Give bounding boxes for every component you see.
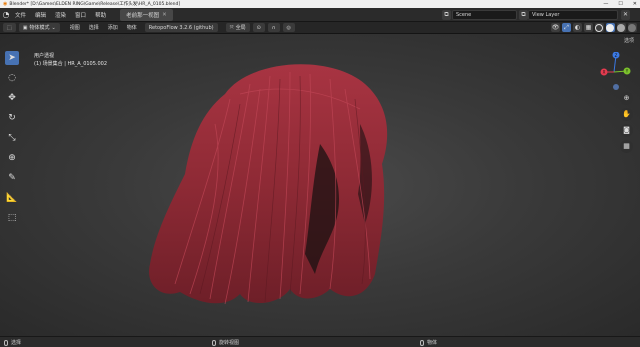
- retopoflow-button[interactable]: RetopoFlow 3.2.6 (github): [144, 23, 218, 32]
- orientation-icon: ⤧: [229, 24, 234, 31]
- z-axis-label: Z: [615, 53, 618, 58]
- status-middle-label: 旋转视图: [219, 340, 240, 346]
- rendered-shading-icon[interactable]: [628, 23, 637, 32]
- status-bar: 选择 旋转视图 物体: [0, 336, 640, 347]
- view-layer-selector[interactable]: View Layer: [528, 10, 618, 20]
- object-mode-icon: ▣: [22, 24, 28, 31]
- mode-selector[interactable]: ▣ 物体模式 ⌄: [18, 23, 60, 32]
- status-middle: 旋转视图: [212, 339, 239, 346]
- solid-shading-icon[interactable]: [606, 23, 615, 32]
- top-bar: ◔ 文件 编辑 渲染 窗口 帮助 老前那一视图 ✕ ⧉ Scene ⧉ View…: [0, 8, 640, 22]
- hair-model[interactable]: [130, 54, 420, 324]
- select-box-icon[interactable]: ➤: [5, 51, 19, 65]
- cube-icon: ⬚: [7, 24, 12, 31]
- minimize-button[interactable]: —: [603, 0, 608, 8]
- mode-label: 物体模式: [29, 25, 50, 31]
- view-layer-remove-icon[interactable]: ✕: [621, 10, 630, 20]
- scene-icon[interactable]: ⧉: [442, 10, 451, 20]
- close-window-button[interactable]: ✕: [633, 0, 637, 8]
- maximize-button[interactable]: ☐: [618, 0, 622, 8]
- window-titlebar: ◉ Blender* [D:\Games\ELDEN RING\Game\Rel…: [0, 0, 640, 8]
- menu-view[interactable]: 视图: [70, 24, 80, 31]
- object-info: (1) 场景集合 | HR_A_0105.002: [34, 61, 108, 67]
- view-layer-icon[interactable]: ⧉: [519, 10, 528, 20]
- camera-icon[interactable]: ◙: [620, 124, 633, 137]
- viewport-header: ⬚ ▣ 物体模式 ⌄ 视图 选择 添加 物体 RetopoFlow 3.2.6 …: [0, 22, 640, 34]
- middle-mouse-icon: [212, 339, 216, 346]
- y-axis-label: Y: [625, 69, 629, 74]
- neg-z-axis-handle[interactable]: [613, 84, 619, 90]
- material-shading-icon[interactable]: [617, 23, 626, 32]
- menu-file[interactable]: 文件: [15, 11, 26, 19]
- proportional-icon: ◎: [286, 24, 291, 31]
- 3d-viewport[interactable]: 用户透视 (1) 场景集合 | HR_A_0105.002 选项 ➤ ◌ ✥ ↻…: [0, 34, 640, 336]
- measure-icon[interactable]: 📐: [5, 191, 19, 205]
- cursor-icon[interactable]: ◌: [5, 71, 19, 85]
- grid-view-icon[interactable]: ▦: [620, 140, 633, 153]
- workspace-tab[interactable]: 老前那一视图 ✕: [120, 8, 173, 21]
- gizmo-toggle-icon[interactable]: ⤢: [562, 23, 571, 32]
- chevron-down-icon: ⌄: [51, 24, 56, 31]
- menu-render[interactable]: 渲染: [55, 11, 66, 19]
- move-icon[interactable]: ✥: [5, 91, 19, 105]
- overlay-icon[interactable]: ◐: [573, 23, 582, 32]
- orientation-label: 全局: [235, 25, 246, 31]
- menu-select[interactable]: 选择: [89, 24, 99, 31]
- snap-toggle[interactable]: ∩: [267, 23, 280, 32]
- navigation-gizmo[interactable]: Z X Y: [596, 52, 636, 92]
- close-icon[interactable]: ✕: [162, 12, 167, 18]
- window-controls: — ☐ ✕: [603, 0, 637, 8]
- transform-icon[interactable]: ⊕: [5, 151, 19, 165]
- menu-add[interactable]: 添加: [108, 24, 118, 31]
- transform-orientation-selector[interactable]: ⤧ 全局: [225, 23, 250, 32]
- proportional-edit-toggle[interactable]: ◎: [282, 23, 295, 32]
- status-right-label: 物体: [427, 340, 438, 346]
- menu-object[interactable]: 物体: [127, 24, 137, 31]
- editor-type-button[interactable]: ⬚: [3, 23, 16, 32]
- tool-shelf: ➤ ◌ ✥ ↻ ⤡ ⊕ ✎ 📐 ⬚: [5, 51, 21, 225]
- viewport-menu: 视图 选择 添加 物体: [70, 24, 137, 31]
- x-axis-label: X: [603, 70, 606, 75]
- zoom-icon[interactable]: ⊕: [620, 92, 633, 105]
- viewport-options-label[interactable]: 选项: [624, 37, 634, 44]
- magnet-icon: ∩: [271, 24, 276, 31]
- view-layer-name: View Layer: [532, 12, 560, 18]
- status-left: 选择: [4, 339, 21, 346]
- xray-icon[interactable]: ▦: [584, 23, 593, 32]
- menu-window[interactable]: 窗口: [75, 11, 86, 19]
- viewport-info: 用户透视 (1) 场景集合 | HR_A_0105.002: [34, 52, 107, 68]
- retopoflow-label: RetopoFlow 3.2.6 (github): [148, 24, 214, 31]
- scale-icon[interactable]: ⤡: [5, 131, 19, 145]
- right-mouse-icon: [420, 339, 424, 346]
- status-left-label: 选择: [11, 340, 22, 346]
- main-menu: 文件 编辑 渲染 窗口 帮助: [15, 11, 106, 19]
- view-name: 用户透视: [34, 53, 55, 59]
- add-cube-icon[interactable]: ⬚: [5, 211, 19, 225]
- blender-logo-icon: ◉: [3, 1, 8, 7]
- menu-help[interactable]: 帮助: [95, 11, 106, 19]
- scene-name: Scene: [456, 12, 472, 18]
- rotate-icon[interactable]: ↻: [5, 111, 19, 125]
- menu-edit[interactable]: 编辑: [35, 11, 46, 19]
- viewport-navigation: ⊕ ✋ ◙ ▦: [620, 92, 633, 153]
- status-right: 物体: [420, 339, 437, 346]
- pan-hand-icon[interactable]: ✋: [620, 108, 633, 121]
- scene-selector[interactable]: Scene: [452, 10, 517, 20]
- pivot-icon: ⊙: [256, 24, 261, 31]
- wireframe-shading-icon[interactable]: [595, 23, 604, 32]
- pivot-point-button[interactable]: ⊙: [252, 23, 265, 32]
- blender-menu-icon[interactable]: ◔: [0, 10, 12, 19]
- viewport-shading-controls: 👁 ⤢ ◐ ▦: [551, 23, 637, 32]
- workspace-tab-label: 老前那一视图: [126, 12, 160, 19]
- left-mouse-icon: [4, 339, 8, 346]
- visibility-icon[interactable]: 👁: [551, 23, 560, 32]
- annotate-icon[interactable]: ✎: [5, 171, 19, 185]
- window-title: Blender* [D:\Games\ELDEN RING\Game\Relea…: [9, 2, 181, 7]
